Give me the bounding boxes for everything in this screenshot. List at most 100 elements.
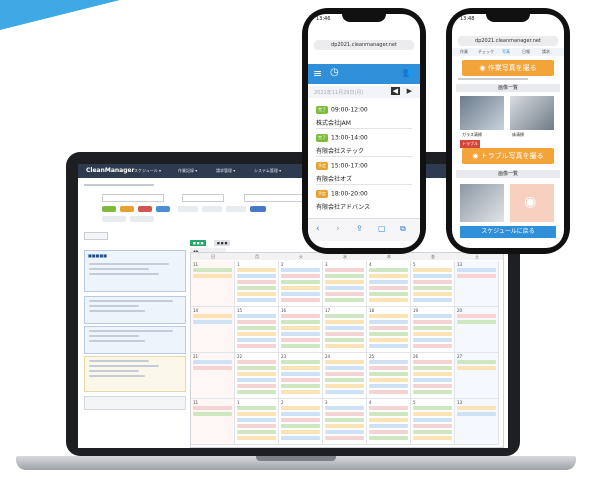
calendar-event[interactable] [369,320,408,324]
calendar-event[interactable] [413,338,452,342]
calendar-day-cell[interactable]: 18 [367,307,411,353]
calendar-event[interactable] [369,366,408,370]
calendar-event[interactable] [281,384,320,388]
calendar-event[interactable] [325,360,364,364]
calendar-event[interactable] [281,366,320,370]
entry-2-company[interactable]: 有限会社ステック [316,146,364,155]
entry-3-company[interactable]: 有限会社オズ [316,174,352,183]
calendar-event[interactable] [237,320,276,324]
calendar-event[interactable] [281,338,320,342]
calendar-event[interactable] [325,274,364,278]
calendar-event[interactable] [369,286,408,290]
photo-thumbnail-2[interactable] [510,96,554,130]
status-chip-alert[interactable] [226,206,246,212]
menu-work-log[interactable]: 作業記録 ▾ [178,168,197,174]
menu-system[interactable]: システム管理 ▾ [254,168,281,174]
calendar-day-cell[interactable]: 2 [279,399,323,445]
calendar-event[interactable] [369,298,408,302]
filter-select-2[interactable] [182,194,224,202]
entry-1-company[interactable]: 株式会社JAM [316,118,351,127]
calendar-day-cell[interactable]: 11 [191,399,235,445]
tab-photo[interactable]: 写真 [502,49,510,55]
calendar-event[interactable] [193,274,232,278]
calendar-day-cell[interactable]: 5 [411,399,455,445]
calendar-day-cell[interactable]: 14 [191,307,235,353]
tab-report[interactable]: 日報 [522,49,530,55]
calendar-event[interactable] [413,292,452,296]
prev-day-button[interactable]: ◀ [390,87,400,95]
calendar-event[interactable] [281,430,320,434]
phone-left-address-bar[interactable]: dp2021.cleanmanager.net [314,40,414,50]
calendar-event[interactable] [413,412,452,416]
calendar-event[interactable] [413,372,452,376]
calendar-day-cell[interactable]: 3 [323,399,367,445]
calendar-event[interactable] [237,418,276,422]
calendar-day-cell[interactable]: 26 [411,353,455,399]
calendar-event[interactable] [237,274,276,278]
calendar-event[interactable] [193,366,232,370]
calendar-event[interactable] [413,390,452,394]
calendar-event[interactable] [325,384,364,388]
calendar-day-cell[interactable]: 20 [455,307,499,353]
calendar-event[interactable] [369,412,408,416]
sidebar-panel-job-3[interactable] [84,356,186,392]
calendar-event[interactable] [413,280,452,284]
calendar-event[interactable] [237,314,276,318]
calendar-event[interactable] [369,360,408,364]
calendar-event[interactable] [193,360,232,364]
entry-4-company[interactable]: 有限会社アドバンス [316,202,370,211]
calendar-event[interactable] [237,344,276,348]
calendar-event[interactable] [281,424,320,428]
calendar-event[interactable] [193,412,232,416]
calendar-event[interactable] [369,326,408,330]
calendar-event[interactable] [237,366,276,370]
calendar-event[interactable] [457,366,496,370]
users-icon[interactable]: 👥 [403,68,414,78]
calendar-event[interactable] [413,332,452,336]
tab-week[interactable]: ■ ■ ■ [214,240,231,246]
calendar-event[interactable] [457,412,496,416]
calendar-event[interactable] [281,412,320,416]
calendar-event[interactable] [281,372,320,376]
calendar-event[interactable] [237,338,276,342]
sidebar-panel-job-2[interactable] [84,326,186,354]
calendar-day-cell[interactable]: 22 [235,353,279,399]
calendar-event[interactable] [325,332,364,336]
next-day-button[interactable]: ▶ [407,87,412,95]
calendar-event[interactable] [237,378,276,382]
calendar-event[interactable] [457,360,496,364]
calendar-event[interactable] [325,406,364,410]
keyword-input[interactable] [244,194,306,202]
calendar-event[interactable] [237,360,276,364]
calendar-event[interactable] [369,314,408,318]
tabs-icon[interactable]: ⧉ [400,224,406,234]
entry-4-time[interactable]: 予定 18:00-20:00 [316,190,368,198]
calendar-event[interactable] [413,360,452,364]
calendar-event[interactable] [413,274,452,278]
calendar-day-cell[interactable]: 25 [367,353,411,399]
status-chip-done[interactable] [102,206,116,212]
calendar-event[interactable] [325,378,364,382]
calendar-day-cell[interactable]: 4 [367,261,411,307]
calendar-event[interactable] [237,390,276,394]
status-chip-plan[interactable] [120,206,134,212]
hamburger-icon[interactable]: ≡ [313,67,322,80]
calendar-event[interactable] [281,418,320,422]
calendar-event[interactable] [325,292,364,296]
menu-billing[interactable]: 請求管理 ▾ [216,168,235,174]
calendar-event[interactable] [325,314,364,318]
calendar-day-cell[interactable]: 19 [411,307,455,353]
calendar-event[interactable] [325,390,364,394]
option-chip-2[interactable] [130,216,154,222]
calendar-event[interactable] [325,286,364,290]
tab-work[interactable]: 作業 [460,49,468,55]
calendar-event[interactable] [369,344,408,348]
calendar-day-cell[interactable]: 13 [455,261,499,307]
calendar-day-cell[interactable]: 5 [411,261,455,307]
calendar-event[interactable] [369,268,408,272]
calendar-event[interactable] [325,326,364,330]
calendar-event[interactable] [325,436,364,440]
calendar-event[interactable] [325,268,364,272]
calendar-event[interactable] [237,268,276,272]
calendar-day-cell[interactable]: 1 [235,261,279,307]
